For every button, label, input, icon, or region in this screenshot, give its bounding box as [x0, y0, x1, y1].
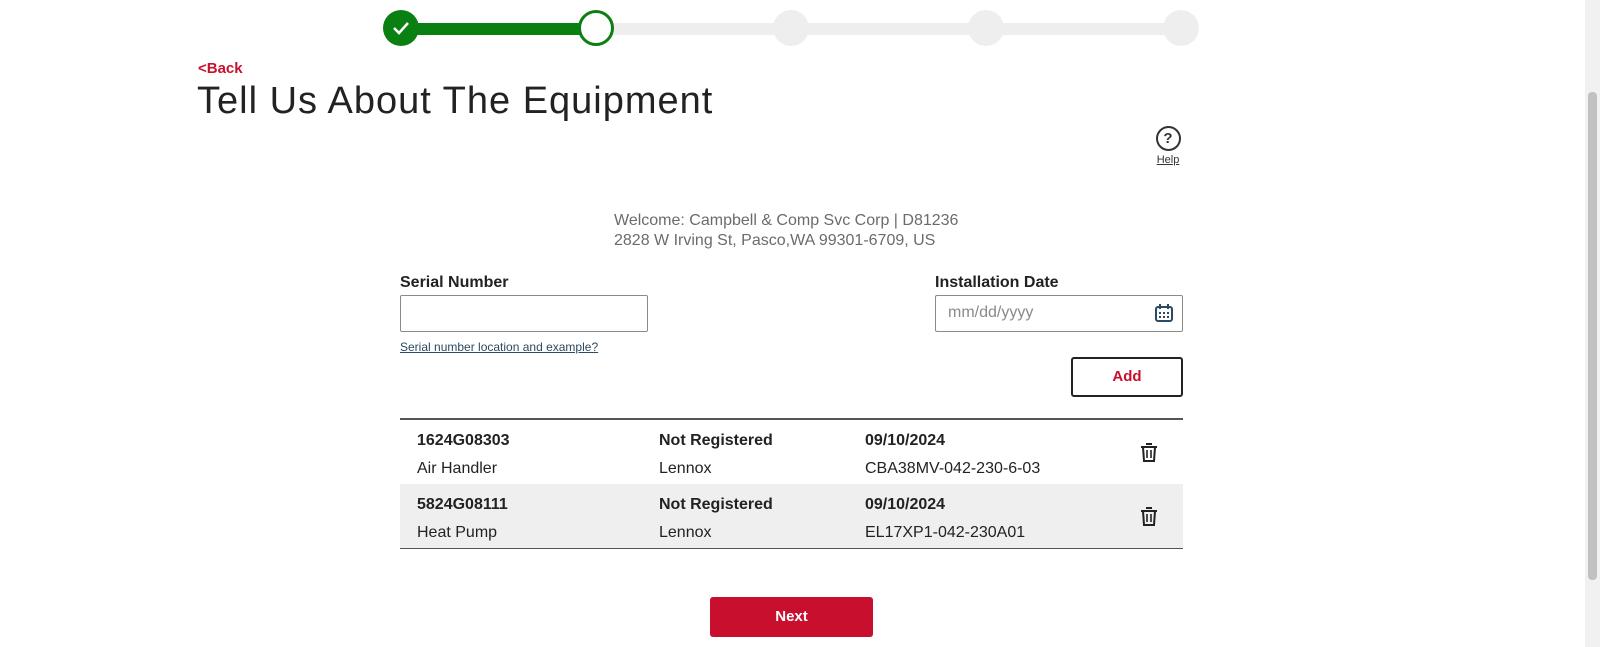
- step-3: [773, 10, 809, 46]
- question-circle-icon: ?: [1155, 126, 1181, 151]
- serial-number-label: Serial Number: [400, 274, 509, 291]
- brand-cell: Lennox: [659, 524, 712, 541]
- model-cell: CBA38MV-042-230-6-03: [865, 460, 1041, 477]
- help-label: Help: [1156, 154, 1180, 166]
- trash-icon[interactable]: [1140, 506, 1158, 526]
- page-title: Tell Us About The Equipment: [197, 80, 714, 122]
- step-1-complete: [383, 10, 419, 46]
- page: <Back Tell Us About The Equipment ? Help…: [0, 0, 1585, 647]
- table-row: 1624G08303 Air Handler Not Registered Le…: [400, 420, 1183, 484]
- serial-number-help-link[interactable]: Serial number location and example?: [400, 340, 598, 354]
- status-cell: Not Registered: [659, 496, 773, 513]
- step-2-current: [578, 10, 614, 46]
- help-button[interactable]: ? Help: [1145, 126, 1191, 166]
- back-link[interactable]: <Back: [198, 60, 243, 77]
- table-row: 5824G08111 Heat Pump Not Registered Lenn…: [400, 484, 1183, 548]
- status-cell: Not Registered: [659, 432, 773, 449]
- equipment-type-cell: Heat Pump: [417, 524, 498, 541]
- scrollbar-thumb[interactable]: [1588, 92, 1597, 580]
- step-4: [968, 10, 1004, 46]
- installation-date-label: Installation Date: [935, 274, 1059, 291]
- progress-stepper: [383, 10, 1200, 50]
- date-cell: 09/10/2024: [865, 496, 946, 513]
- serial-number-cell: 5824G08111: [417, 496, 508, 513]
- model-cell: EL17XP1-042-230A01: [865, 524, 1026, 541]
- add-button[interactable]: Add: [1071, 357, 1183, 397]
- welcome-block: Welcome: Campbell & Comp Svc Corp | D812…: [614, 211, 958, 251]
- trash-icon[interactable]: [1140, 442, 1158, 462]
- next-button[interactable]: Next: [710, 597, 873, 637]
- progress-fill: [401, 23, 596, 35]
- address-line: 2828 W Irving St, Pasco,WA 99301-6709, U…: [614, 232, 936, 249]
- step-5: [1163, 10, 1199, 46]
- brand-cell: Lennox: [659, 460, 712, 477]
- date-placeholder: mm/dd/yyyy: [948, 304, 1034, 321]
- welcome-line: Welcome: Campbell & Comp Svc Corp | D812…: [614, 212, 959, 229]
- check-icon: [393, 22, 409, 35]
- vertical-scrollbar[interactable]: [1585, 0, 1600, 647]
- calendar-icon[interactable]: [1154, 303, 1174, 323]
- serial-number-cell: 1624G08303: [417, 432, 510, 449]
- equipment-table: 1624G08303 Air Handler Not Registered Le…: [400, 418, 1183, 549]
- serial-number-input[interactable]: [400, 295, 648, 332]
- date-cell: 09/10/2024: [865, 432, 946, 449]
- equipment-type-cell: Air Handler: [417, 460, 498, 477]
- installation-date-input[interactable]: mm/dd/yyyy: [935, 295, 1183, 332]
